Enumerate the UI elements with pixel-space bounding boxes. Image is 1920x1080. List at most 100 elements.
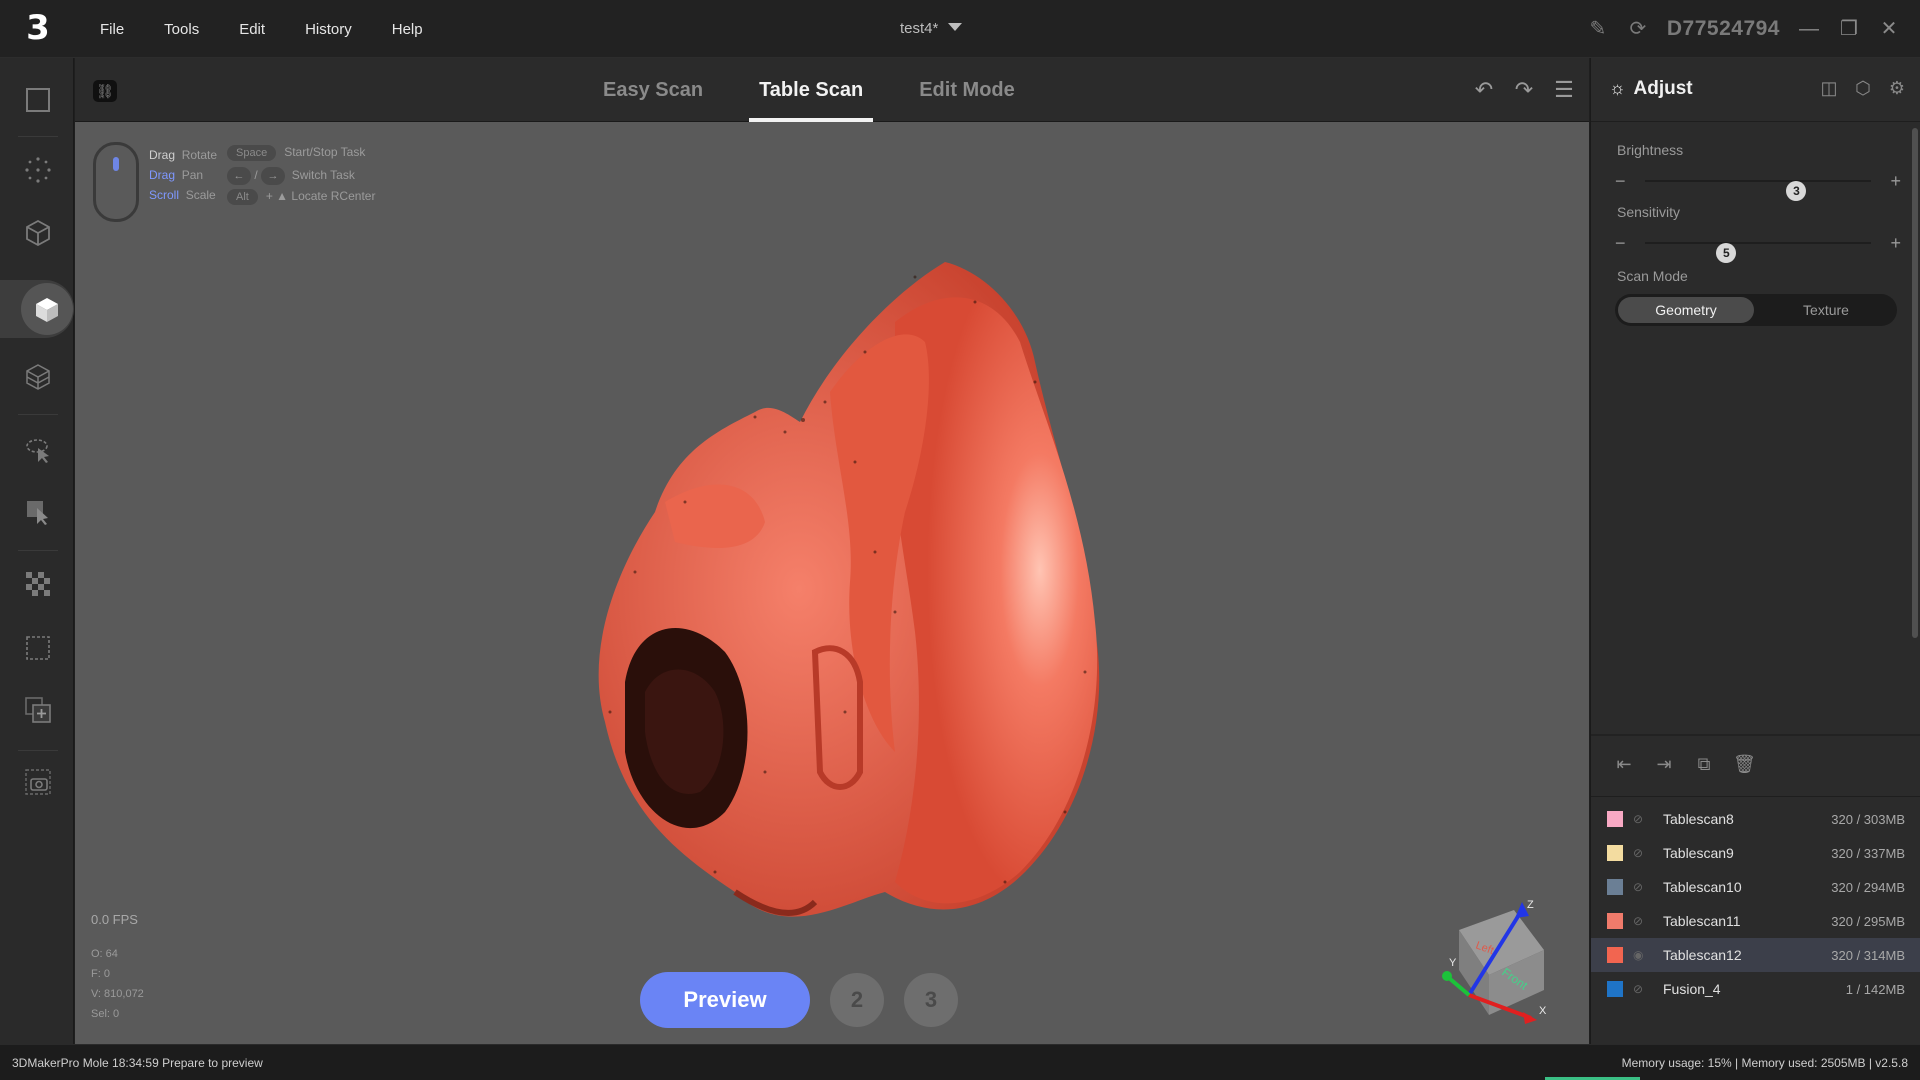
- scan-list-item[interactable]: ◉ Tablescan12 320 / 314MB: [1591, 938, 1920, 972]
- arrow-right-key-icon: →: [261, 167, 286, 185]
- mesh-cube-icon[interactable]: [18, 212, 58, 252]
- tab-edit-mode[interactable]: Edit Mode: [891, 58, 1043, 122]
- maximize-button[interactable]: ❐: [1838, 18, 1860, 40]
- checker-icon[interactable]: [18, 564, 58, 604]
- sensitivity-knob[interactable]: 5: [1716, 243, 1737, 263]
- export-icon[interactable]: ⇥: [1653, 754, 1675, 775]
- y-axis-label: Y: [1449, 957, 1457, 969]
- crop-box-icon[interactable]: [18, 628, 58, 668]
- scan-list-item[interactable]: ⊘ Tablescan9 320 / 337MB: [1591, 836, 1920, 870]
- arrow-left-key-icon: ←: [227, 167, 251, 185]
- adjust-header: ☼ Adjust ◫ ⬡ ⚙: [1591, 58, 1920, 122]
- scan-list-item[interactable]: ⊘ Tablescan8 320 / 303MB: [1591, 802, 1920, 836]
- fit-view-icon[interactable]: [18, 80, 58, 120]
- toolbar-divider: [18, 136, 58, 137]
- scan-size: 320 / 295MB: [1831, 913, 1905, 929]
- mode-tab-bar: ⛓ Easy Scan Table Scan Edit Mode ↶ ↷ ☰: [75, 58, 1589, 122]
- scan-list-item[interactable]: ⊘ Tablescan10 320 / 294MB: [1591, 870, 1920, 904]
- scan-size: 320 / 337MB: [1831, 845, 1905, 861]
- 3d-viewport[interactable]: Drag Rotate Drag Pan Scroll Scale Space S…: [75, 122, 1589, 1044]
- scan-size: 320 / 303MB: [1831, 811, 1905, 827]
- scan-list-item[interactable]: ⊘ Fusion_4 1 / 142MB: [1591, 972, 1920, 1006]
- scan-list-item[interactable]: ⊘ Tablescan11 320 / 295MB: [1591, 904, 1920, 938]
- stat-sel: Sel: 0: [91, 1008, 120, 1020]
- close-button[interactable]: ✕: [1878, 18, 1900, 40]
- brightness-track[interactable]: 3: [1645, 180, 1871, 201]
- minimize-button[interactable]: —: [1798, 18, 1820, 40]
- brightness-knob[interactable]: 3: [1786, 181, 1807, 201]
- cube-icon[interactable]: ⬡: [1853, 78, 1873, 99]
- step-3-button[interactable]: 3: [904, 973, 958, 1027]
- right-panel: ☼ Adjust ◫ ⬡ ⚙ Brightness − 3 + Sensitivi…: [1590, 58, 1920, 1044]
- step-2-button[interactable]: 2: [830, 973, 884, 1027]
- camera-icon[interactable]: [18, 762, 58, 802]
- tab-easy-scan[interactable]: Easy Scan: [575, 58, 731, 122]
- duplicate-icon[interactable]: ⧉: [1693, 754, 1715, 775]
- sensitivity-plus-button[interactable]: +: [1890, 232, 1901, 254]
- scan-name: Tablescan11: [1663, 913, 1741, 929]
- visibility-icon[interactable]: ⊘: [1633, 812, 1649, 826]
- help-scale: Scroll Scale: [149, 188, 216, 202]
- wireframe-cube-icon[interactable]: [18, 356, 58, 396]
- brightness-minus-button[interactable]: −: [1615, 170, 1626, 192]
- scan-size: 320 / 294MB: [1831, 879, 1905, 895]
- orientation-cube[interactable]: Left Front Z Y X: [1419, 890, 1559, 1030]
- tab-table-scan[interactable]: Table Scan: [731, 58, 891, 122]
- status-bar: 3DMakerPro Mole 18:34:59 Prepare to prev…: [0, 1044, 1920, 1080]
- visibility-icon[interactable]: ⊘: [1633, 982, 1649, 996]
- sync-icon[interactable]: ⟳: [1627, 18, 1649, 40]
- point-select-icon[interactable]: [18, 150, 58, 190]
- visibility-icon[interactable]: ◉: [1633, 948, 1649, 962]
- brightness-slider[interactable]: − 3 +: [1615, 170, 1901, 201]
- visibility-icon[interactable]: ⊘: [1633, 914, 1649, 928]
- brightness-plus-button[interactable]: +: [1890, 170, 1901, 192]
- link-icon[interactable]: ⛓: [93, 80, 117, 102]
- scan-model[interactable]: [565, 252, 1165, 942]
- menu-history[interactable]: History: [285, 21, 372, 38]
- scan-size: 320 / 314MB: [1831, 947, 1905, 963]
- device-id: D77524794: [1666, 17, 1780, 40]
- menu-help[interactable]: Help: [372, 21, 443, 38]
- settings-list-icon[interactable]: ☰: [1553, 77, 1575, 103]
- menu-edit[interactable]: Edit: [219, 21, 285, 38]
- title-bar-right: ✎ ⟳ D77524794 — ❐ ✕: [1587, 0, 1900, 58]
- scan-name: Tablescan9: [1663, 845, 1734, 861]
- scan-color-swatch[interactable]: [1607, 981, 1623, 997]
- scan-color-swatch[interactable]: [1607, 913, 1623, 929]
- texture-icon[interactable]: ◫: [1819, 78, 1839, 99]
- undo-icon[interactable]: ↶: [1473, 77, 1495, 103]
- scan-mode-toggle: Geometry Texture: [1615, 294, 1897, 326]
- dropdown-caret-icon: [948, 23, 963, 31]
- scan-name: Fusion_4: [1663, 981, 1721, 997]
- menu-file[interactable]: File: [80, 21, 144, 38]
- import-icon[interactable]: ⇤: [1613, 754, 1635, 775]
- rect-select-icon[interactable]: [18, 492, 58, 532]
- add-layer-icon[interactable]: [18, 690, 58, 730]
- scan-color-swatch[interactable]: [1607, 811, 1623, 827]
- mode-texture-button[interactable]: Texture: [1758, 297, 1894, 323]
- edit-note-icon[interactable]: ✎: [1587, 18, 1609, 40]
- mode-geometry-button[interactable]: Geometry: [1618, 297, 1754, 323]
- panel-scrollbar[interactable]: [1912, 128, 1918, 638]
- project-selector[interactable]: test4*: [900, 20, 963, 37]
- redo-icon[interactable]: ↷: [1513, 77, 1535, 103]
- visibility-icon[interactable]: ⊘: [1633, 880, 1649, 894]
- solid-cube-button[interactable]: [0, 280, 74, 338]
- scan-color-swatch[interactable]: [1607, 947, 1623, 963]
- scan-color-swatch[interactable]: [1607, 879, 1623, 895]
- help-switch-task: ← / → Switch Task: [227, 167, 355, 185]
- sensitivity-track[interactable]: 5: [1645, 242, 1871, 263]
- lasso-select-icon[interactable]: [18, 430, 58, 470]
- menu-tools[interactable]: Tools: [144, 21, 219, 38]
- preview-button[interactable]: Preview: [640, 972, 810, 1028]
- visibility-icon[interactable]: ⊘: [1633, 846, 1649, 860]
- sensitivity-slider[interactable]: − 5 +: [1615, 232, 1901, 263]
- scan-color-swatch[interactable]: [1607, 845, 1623, 861]
- help-rotate: Drag Rotate: [149, 148, 218, 162]
- panel-header-icons: ◫ ⬡ ⚙: [1819, 78, 1907, 99]
- alt-key: Alt: [227, 189, 258, 205]
- adjust-title: ☼ Adjust: [1609, 78, 1693, 99]
- trash-icon[interactable]: 🗑: [1733, 754, 1756, 775]
- sensitivity-minus-button[interactable]: −: [1615, 232, 1626, 254]
- user-settings-icon[interactable]: ⚙: [1887, 78, 1907, 99]
